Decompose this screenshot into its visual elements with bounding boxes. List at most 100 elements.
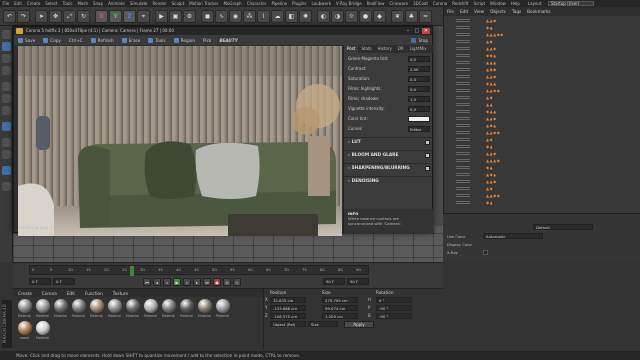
object-row[interactable]: ▲▲◆◆: [456, 88, 640, 94]
enable-axis-icon[interactable]: [2, 122, 11, 131]
menu-3dcoat[interactable]: 3DCoat: [411, 1, 431, 6]
object-row[interactable]: ◆▲: [456, 25, 640, 31]
array-icon[interactable]: ⁂: [243, 10, 256, 23]
object-row[interactable]: ▲▲◆: [456, 179, 640, 185]
vfb-channel-select[interactable]: BEAUTY: [215, 38, 241, 43]
om-menu-edit[interactable]: Edit: [457, 9, 471, 14]
object-tags-icon[interactable]: ▲▲◆: [486, 46, 497, 51]
object-row[interactable]: ▲◆: [456, 186, 640, 192]
object-tags-icon[interactable]: ▲◆: [486, 186, 493, 191]
position-z-field[interactable]: -106.575 cm: [270, 313, 306, 319]
size-mode-select[interactable]: Size: [308, 321, 338, 327]
object-tags-icon[interactable]: ◆▲: [486, 144, 493, 149]
tab-stats[interactable]: Stats: [358, 45, 374, 53]
filmic-shadows-value[interactable]: 1,0: [408, 95, 430, 102]
object-row[interactable]: ▲▲▲◆: [456, 158, 640, 164]
material-swatch[interactable]: Material: [143, 299, 158, 318]
attributes-mode-select[interactable]: Default: [533, 224, 593, 230]
object-row[interactable]: ▲◆: [456, 95, 640, 101]
material-swatch[interactable]: Material: [35, 299, 50, 318]
mat-menu-create[interactable]: Create: [13, 291, 37, 296]
menu-mograph[interactable]: MoGraph: [221, 1, 244, 6]
object-tags-icon[interactable]: ▲▲◆: [486, 74, 497, 79]
edges-mode-icon[interactable]: [2, 94, 11, 103]
menu-window[interactable]: Window: [488, 1, 509, 6]
light-icon[interactable]: ✺: [299, 10, 312, 23]
menu-snap[interactable]: Snap: [90, 1, 105, 6]
menu-create[interactable]: Create: [24, 1, 42, 6]
object-row[interactable]: ▲◆▲: [456, 172, 640, 178]
coordinate-system-icon[interactable]: ⌖: [137, 10, 150, 23]
object-tags-icon[interactable]: ▲◆▲: [486, 172, 497, 177]
section-bloom[interactable]: BLOOM AND GLARE: [344, 150, 433, 160]
object-tags-icon[interactable]: ▲◆: [486, 39, 493, 44]
tweak-icon[interactable]: [2, 138, 11, 147]
saturation-value[interactable]: 0,0: [408, 75, 430, 82]
rotation-b-field[interactable]: -90 °: [376, 313, 412, 319]
menu-simulate[interactable]: Simulate: [127, 1, 150, 6]
size-y-field[interactable]: 59.074 cm: [322, 305, 358, 311]
object-row[interactable]: ◆▲: [456, 144, 640, 150]
object-tags-icon[interactable]: ◆▲▲: [486, 109, 497, 114]
record-icon[interactable]: ●: [213, 278, 221, 286]
keyframe-selection-icon[interactable]: ◇: [233, 278, 241, 286]
scale-icon[interactable]: ⤢: [63, 10, 76, 23]
object-tags-icon[interactable]: ▲▲◆◆: [486, 193, 500, 198]
realflow-icon[interactable]: ≈: [419, 10, 432, 23]
menu-pipeline[interactable]: Pipeline: [269, 1, 290, 6]
rotation-p-field[interactable]: -90 °: [376, 305, 412, 311]
snap-icon[interactable]: [2, 150, 11, 159]
filmic-highlights-value[interactable]: 0,0: [408, 85, 430, 92]
make-editable-icon[interactable]: [2, 30, 11, 39]
vignette-value[interactable]: 0,0: [408, 105, 430, 112]
om-menu-file[interactable]: File: [444, 9, 457, 14]
object-row[interactable]: ◆▲: [456, 165, 640, 171]
object-tags-icon[interactable]: ▲▲◆: [486, 151, 497, 156]
corona-tag-icon[interactable]: ◆: [373, 10, 386, 23]
section-sharpening[interactable]: SHARPENING/BLURRING: [344, 163, 433, 173]
menu-cineware[interactable]: Cineware: [387, 1, 411, 6]
object-row[interactable]: ▲▲◆◆: [456, 130, 640, 136]
corona-render-icon[interactable]: ◐: [317, 10, 330, 23]
object-tags-icon[interactable]: ▲◆: [486, 137, 493, 142]
menu-motion-tracker[interactable]: Motion Tracker: [187, 1, 221, 6]
object-row[interactable]: ▲▲▲: [456, 60, 640, 66]
menu-laubwerk[interactable]: Laubwerk: [309, 1, 333, 6]
select-icon[interactable]: ➤: [35, 10, 48, 23]
material-swatch[interactable]: Material: [35, 321, 50, 340]
object-row[interactable]: ▲▲◆: [456, 116, 640, 122]
object-tags-icon[interactable]: ◆▲: [486, 25, 493, 30]
object-tags-icon[interactable]: ▲◆: [486, 95, 493, 100]
material-swatch[interactable]: Material: [89, 299, 104, 318]
rotate-icon[interactable]: ↻: [77, 10, 90, 23]
position-y-field[interactable]: -133.666 cm: [270, 305, 306, 311]
menu-file[interactable]: File: [0, 1, 12, 6]
object-row[interactable]: ▲▲◆: [456, 74, 640, 80]
vfb-refresh-button[interactable]: Refresh: [87, 37, 118, 43]
material-swatch[interactable]: Material: [125, 299, 140, 318]
om-menu-bookmarks[interactable]: Bookmarks: [524, 9, 553, 14]
tab-lightmix[interactable]: LightMix: [407, 45, 430, 53]
object-tags-icon[interactable]: ▲▲▲◆◆: [486, 32, 504, 37]
start-frame-field[interactable]: 0 F: [29, 278, 51, 285]
prev-frame-icon[interactable]: ◃: [163, 278, 171, 286]
tab-dr[interactable]: DR: [395, 45, 407, 53]
redo-icon[interactable]: ↷: [17, 10, 30, 23]
vfb-stop-button[interactable]: Stop: [407, 37, 432, 43]
object-row[interactable]: ▲◆: [456, 39, 640, 45]
size-x-field[interactable]: 275.709 cm: [322, 297, 358, 303]
object-tags-icon[interactable]: ◆▲: [486, 200, 493, 205]
menu-tools[interactable]: Tools: [60, 1, 75, 6]
menu-corona[interactable]: Corona: [430, 1, 449, 6]
mat-menu-edit[interactable]: Edit: [62, 291, 80, 296]
object-row[interactable]: ▲▲◆◆: [456, 193, 640, 199]
corona-material-icon[interactable]: ●: [359, 10, 372, 23]
corona-ipr-icon[interactable]: ◑: [331, 10, 344, 23]
object-row[interactable]: ▲▲◆: [456, 18, 640, 24]
object-row[interactable]: ▲▲: [456, 102, 640, 108]
scene-icon[interactable]: ☁: [271, 10, 284, 23]
material-swatch[interactable]: Material: [179, 299, 194, 318]
mat-menu-function[interactable]: Function: [80, 291, 108, 296]
object-row[interactable]: ▲◆: [456, 137, 640, 143]
object-tags-icon[interactable]: ▲◆▲: [486, 123, 497, 128]
